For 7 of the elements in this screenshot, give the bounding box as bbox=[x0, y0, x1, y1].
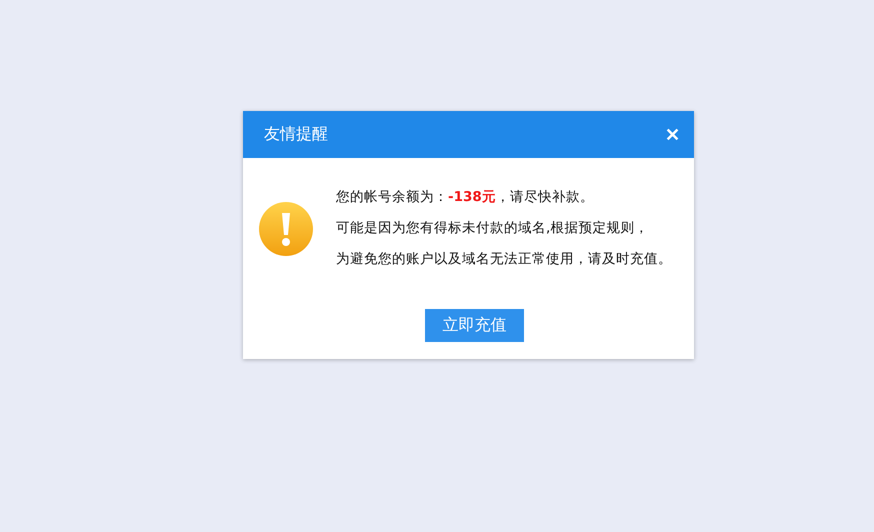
recharge-button[interactable]: 立即充值 bbox=[425, 309, 524, 342]
warning-icon bbox=[258, 200, 314, 256]
close-button[interactable]: ✕ bbox=[665, 126, 680, 144]
message-text: 您的帐号余额为：-138元，请尽快补款。 bbox=[336, 188, 595, 207]
message-text: 为避免您的账户以及域名无法正常使用，请及时充值。 bbox=[336, 250, 672, 269]
message-text: 可能是因为您有得标未付款的域名,根据预定规则， bbox=[336, 219, 650, 238]
dialog-title: 友情提醒 bbox=[264, 124, 328, 145]
